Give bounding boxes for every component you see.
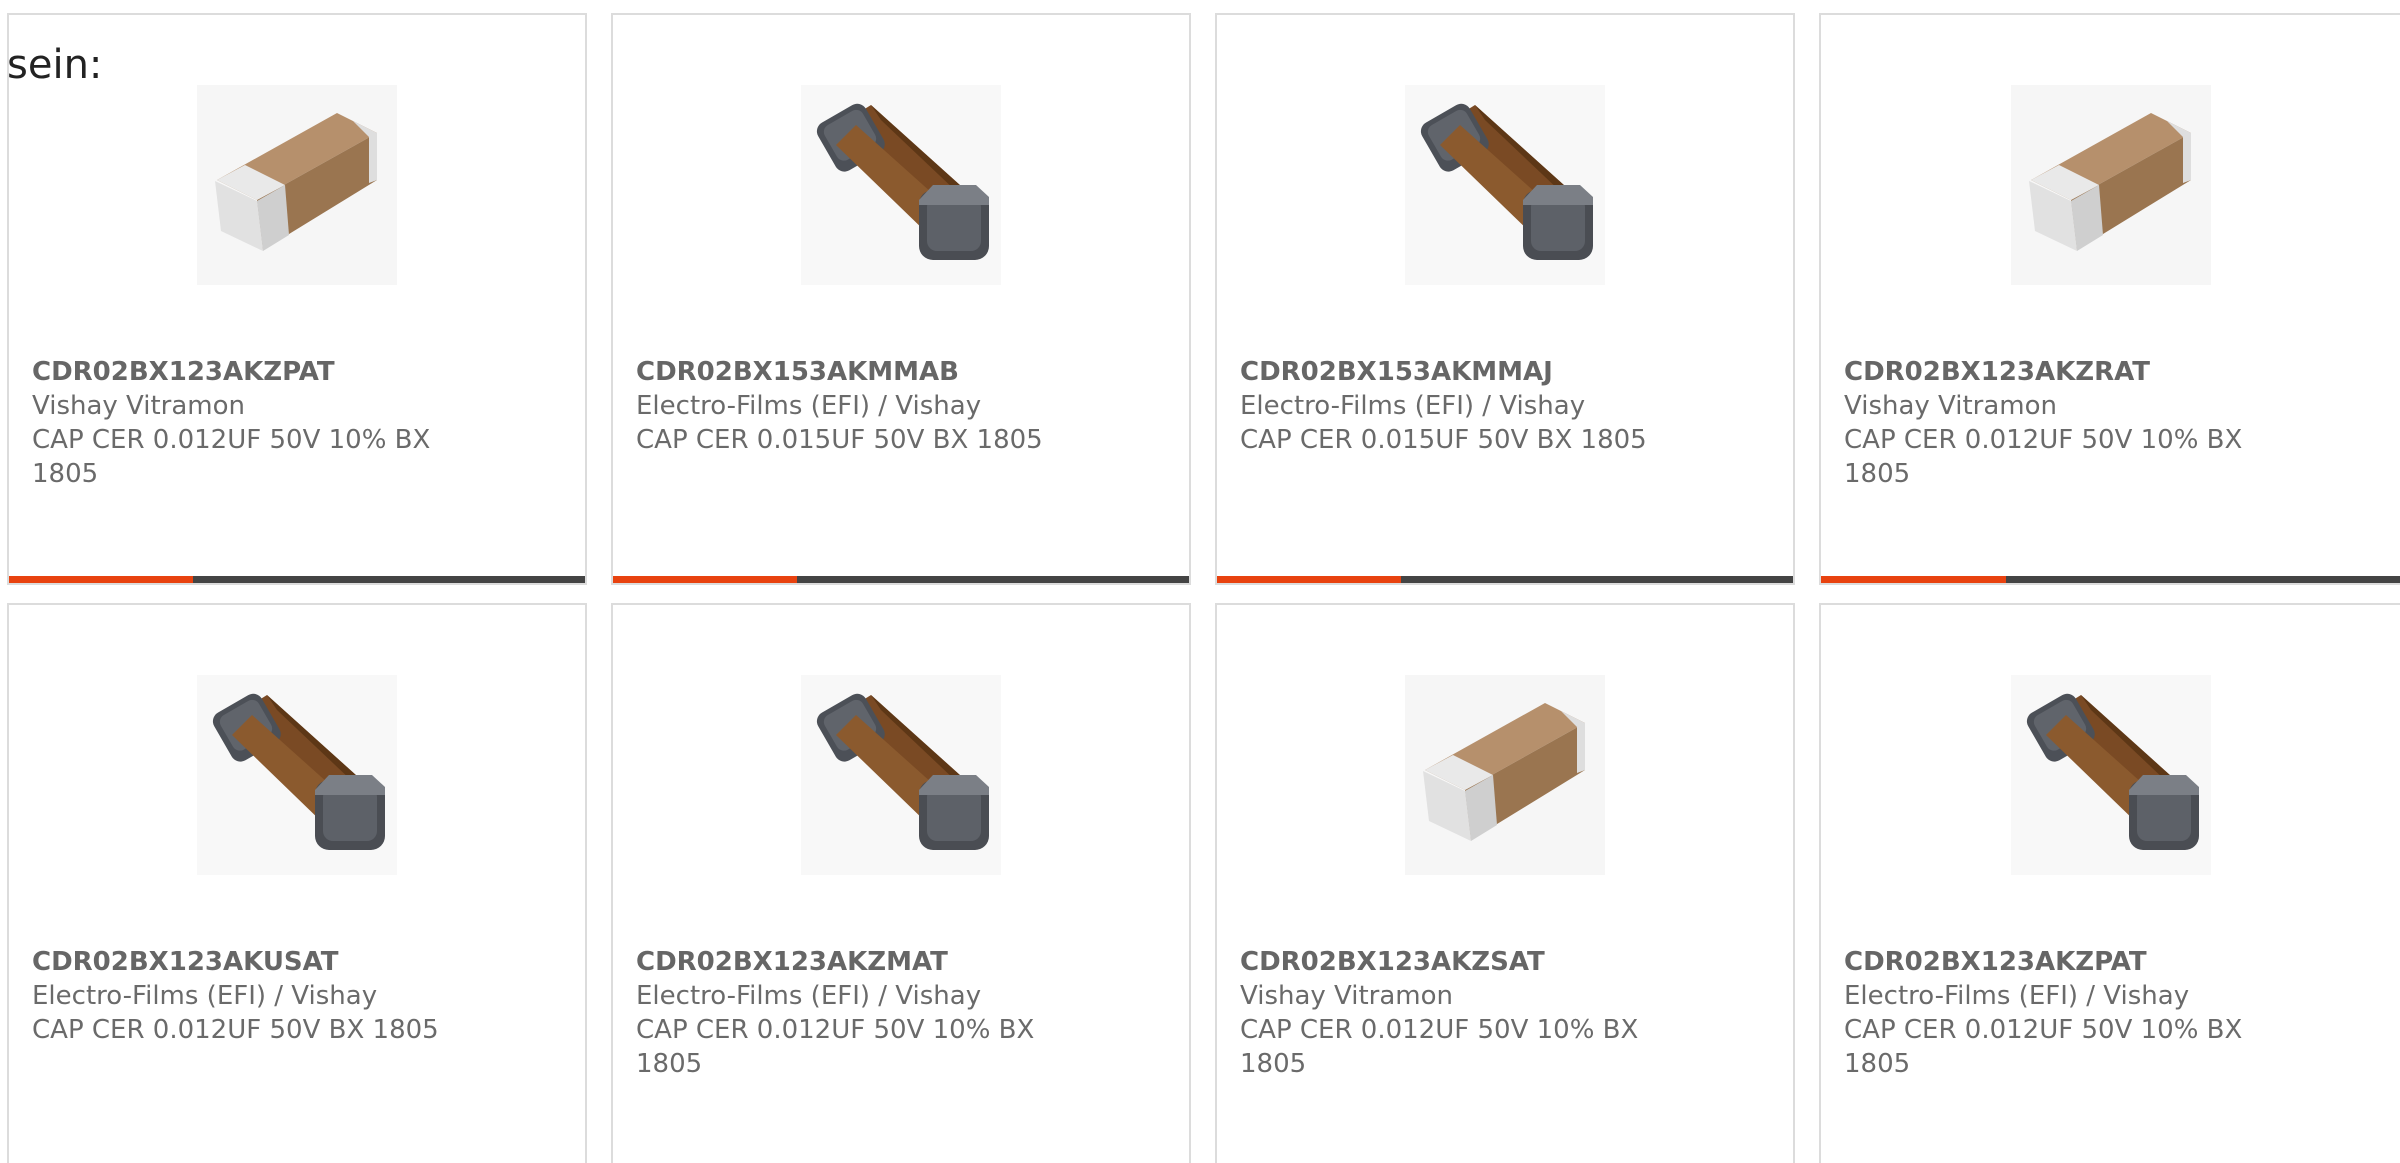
description: CAP CER 0.015UF 50V BX 1805 bbox=[636, 425, 1043, 455]
product-card[interactable]: CDR02BX123AKZMAT Electro-Films (EFI) / V… bbox=[611, 603, 1191, 1163]
capacitor-icon bbox=[1405, 85, 1605, 285]
progress-fill bbox=[613, 576, 798, 583]
progress-bar bbox=[613, 576, 1189, 583]
description: CAP CER 0.012UF 50V 10% BX 1805 bbox=[1844, 1015, 2243, 1079]
progress-bar bbox=[1217, 576, 1793, 583]
product-card[interactable]: CDR02BX123AKZPAT Electro-Films (EFI) / V… bbox=[1819, 603, 2400, 1163]
product-card[interactable]: CDR02BX123AKZRAT Vishay Vitramon CAP CER… bbox=[1819, 13, 2400, 585]
description: CAP CER 0.015UF 50V BX 1805 bbox=[1240, 425, 1647, 455]
progress-fill bbox=[9, 576, 194, 583]
part-number[interactable]: CDR02BX153AKMMAJ bbox=[1240, 355, 1660, 389]
progress-bar bbox=[1821, 576, 2400, 583]
part-number[interactable]: CDR02BX123AKZPAT bbox=[1844, 945, 2264, 979]
part-number[interactable]: CDR02BX153AKMMAB bbox=[636, 355, 1056, 389]
capacitor-icon bbox=[801, 675, 1001, 875]
description: CAP CER 0.012UF 50V 10% BX 1805 bbox=[636, 1015, 1035, 1079]
description: CAP CER 0.012UF 50V BX 1805 bbox=[32, 1015, 439, 1045]
part-number[interactable]: CDR02BX123AKZMAT bbox=[636, 945, 1056, 979]
product-card[interactable]: CDR02BX123AKZPAT Vishay Vitramon CAP CER… bbox=[7, 13, 587, 585]
part-number[interactable]: CDR02BX123AKUSAT bbox=[32, 945, 452, 979]
capacitor-icon bbox=[2010, 85, 2211, 285]
description: CAP CER 0.012UF 50V 10% BX 1805 bbox=[1844, 425, 2243, 489]
capacitor-icon bbox=[197, 675, 397, 875]
description: CAP CER 0.012UF 50V 10% BX 1805 bbox=[32, 425, 431, 489]
description: CAP CER 0.012UF 50V 10% BX 1805 bbox=[1240, 1015, 1639, 1079]
manufacturer: Vishay Vitramon bbox=[1240, 981, 1454, 1011]
manufacturer: Electro-Films (EFI) / Vishay bbox=[1844, 981, 2190, 1011]
product-card[interactable]: CDR02BX153AKMMAB Electro-Films (EFI) / V… bbox=[611, 13, 1191, 585]
manufacturer: Electro-Films (EFI) / Vishay bbox=[636, 981, 982, 1011]
progress-bar bbox=[9, 576, 585, 583]
manufacturer: Electro-Films (EFI) / Vishay bbox=[1240, 391, 1586, 421]
progress-fill bbox=[1821, 576, 2007, 583]
capacitor-icon bbox=[801, 85, 1001, 285]
manufacturer: Electro-Films (EFI) / Vishay bbox=[32, 981, 378, 1011]
part-number[interactable]: CDR02BX123AKZRAT bbox=[1844, 355, 2264, 389]
progress-fill bbox=[1217, 576, 1402, 583]
capacitor-icon bbox=[1405, 675, 1605, 875]
part-number[interactable]: CDR02BX123AKZSAT bbox=[1240, 945, 1660, 979]
manufacturer: Vishay Vitramon bbox=[1844, 391, 2058, 421]
product-card[interactable]: CDR02BX123AKUSAT Electro-Films (EFI) / V… bbox=[7, 603, 587, 1163]
intro-text: sein: bbox=[7, 42, 103, 88]
part-number[interactable]: CDR02BX123AKZPAT bbox=[32, 355, 452, 389]
product-grid-page: sein: CDR02BX123AKZPAT Vishay Vitramon C… bbox=[0, 0, 2400, 1163]
product-card[interactable]: CDR02BX123AKZSAT Vishay Vitramon CAP CER… bbox=[1215, 603, 1795, 1163]
product-card[interactable]: CDR02BX153AKMMAJ Electro-Films (EFI) / V… bbox=[1215, 13, 1795, 585]
manufacturer: Electro-Films (EFI) / Vishay bbox=[636, 391, 982, 421]
manufacturer: Vishay Vitramon bbox=[32, 391, 246, 421]
capacitor-icon bbox=[197, 85, 397, 285]
capacitor-icon bbox=[2010, 675, 2211, 875]
